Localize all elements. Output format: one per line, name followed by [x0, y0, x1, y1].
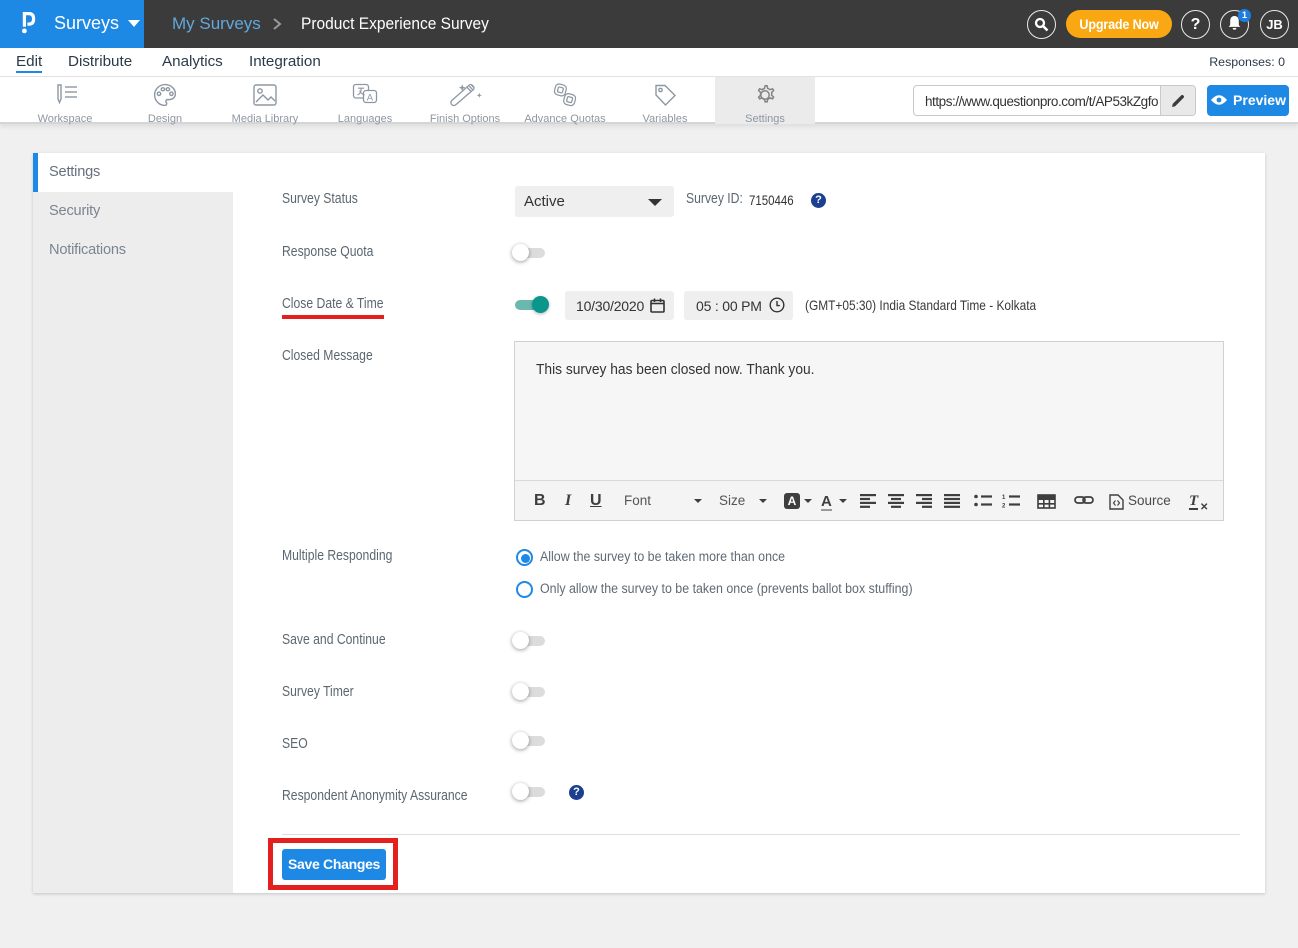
svg-text:2: 2: [1002, 504, 1006, 509]
svg-text:A: A: [367, 93, 374, 104]
svg-text:1: 1: [1002, 495, 1006, 501]
